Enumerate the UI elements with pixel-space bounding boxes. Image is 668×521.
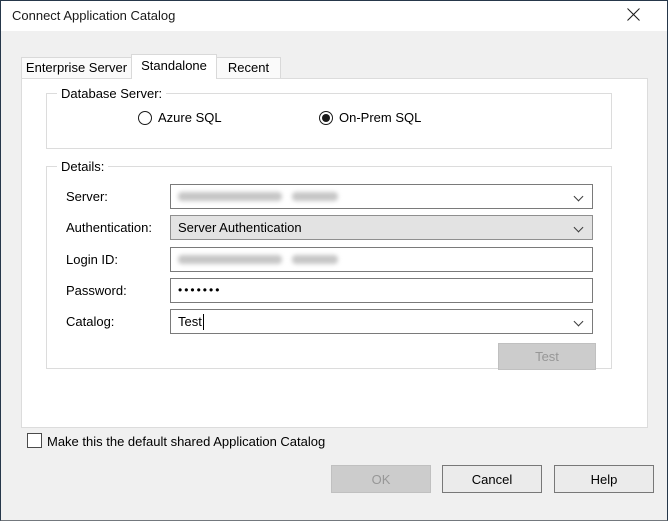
close-icon — [626, 7, 641, 25]
redacted-value-blur — [292, 192, 338, 201]
catalog-label: Catalog: — [66, 314, 114, 329]
password-label: Password: — [66, 283, 127, 298]
tab-recent[interactable]: Recent — [216, 57, 281, 78]
server-combobox[interactable] — [170, 184, 593, 209]
catalog-value: Test — [178, 314, 202, 329]
chevron-down-icon[interactable] — [574, 223, 584, 233]
redacted-value-blur — [178, 255, 282, 264]
title-bar: Connect Application Catalog — [1, 1, 667, 31]
password-dots: ••••••• — [178, 278, 221, 303]
password-input[interactable]: ••••••• — [170, 278, 593, 303]
catalog-combobox[interactable]: Test — [170, 309, 593, 334]
login-id-label: Login ID: — [66, 252, 118, 267]
chevron-down-icon[interactable] — [574, 317, 584, 327]
authentication-dropdown[interactable]: Server Authentication — [170, 215, 593, 240]
authentication-label: Authentication: — [66, 220, 152, 235]
connect-application-catalog-dialog: Connect Application Catalog Enterprise S… — [0, 0, 668, 521]
details-group-label: Details: — [57, 159, 108, 174]
radio-azure-sql-label: Azure SQL — [158, 110, 222, 125]
radio-circle-checked-icon — [319, 111, 333, 125]
chevron-down-icon[interactable] — [574, 192, 584, 202]
text-caret — [203, 314, 204, 330]
close-button[interactable] — [613, 1, 653, 31]
test-button[interactable]: Test — [498, 343, 596, 370]
login-id-input[interactable] — [170, 247, 593, 272]
radio-on-prem-sql-label: On-Prem SQL — [339, 110, 421, 125]
database-server-group-label: Database Server: — [57, 86, 166, 101]
server-label: Server: — [66, 189, 108, 204]
authentication-value: Server Authentication — [178, 220, 302, 235]
default-catalog-checkbox-label: Make this the default shared Application… — [47, 434, 325, 449]
tab-enterprise-server[interactable]: Enterprise Server — [21, 57, 132, 78]
redacted-value-blur — [292, 255, 338, 264]
radio-on-prem-sql[interactable]: On-Prem SQL — [319, 110, 421, 125]
dialog-title: Connect Application Catalog — [12, 1, 175, 31]
cancel-button[interactable]: Cancel — [442, 465, 542, 493]
redacted-value-blur — [178, 192, 282, 201]
ok-button[interactable]: OK — [331, 465, 431, 493]
radio-azure-sql[interactable]: Azure SQL — [138, 110, 222, 125]
default-catalog-checkbox[interactable] — [27, 433, 42, 448]
radio-circle-icon — [138, 111, 152, 125]
tab-standalone[interactable]: Standalone — [131, 54, 217, 79]
help-button[interactable]: Help — [554, 465, 654, 493]
